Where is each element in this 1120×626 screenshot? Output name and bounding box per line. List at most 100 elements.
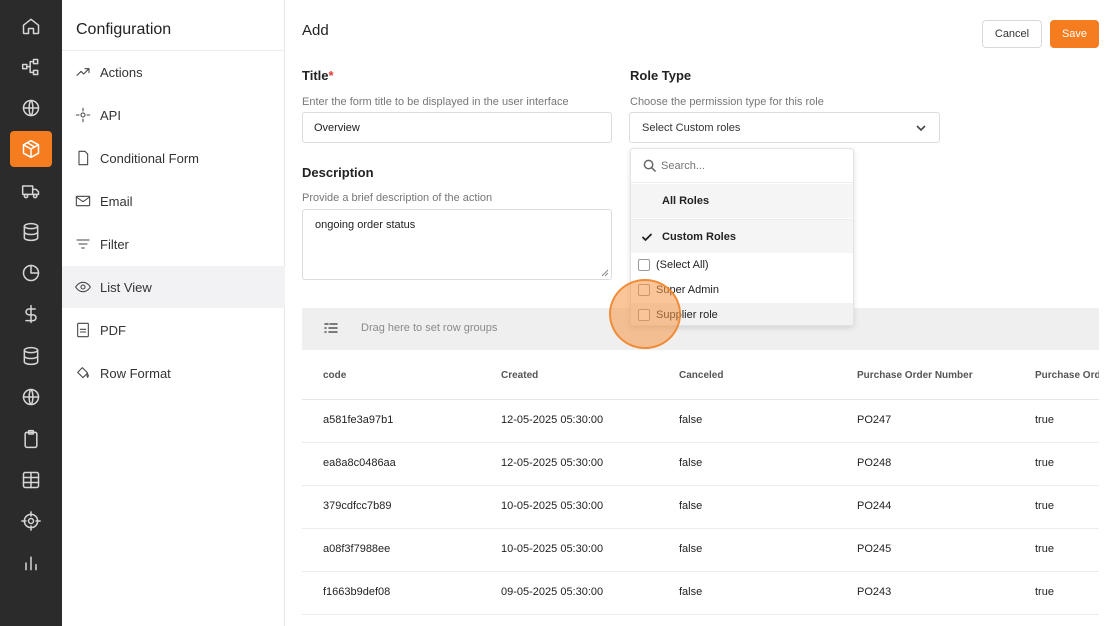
resize-grip-icon[interactable] [601, 269, 609, 277]
target-icon [21, 511, 41, 531]
rail-truck[interactable] [10, 173, 52, 209]
bar-chart-icon [25, 556, 37, 571]
table-row[interactable]: a581fe3a97b1 12-05-2025 05:30:00 false P… [302, 400, 1099, 443]
grid-table-icon [22, 471, 40, 489]
checkbox[interactable] [638, 259, 650, 271]
cell-created: 09-05-2025 05:30:00 [501, 586, 604, 598]
rail-bar-chart[interactable] [10, 545, 52, 581]
home-icon [22, 18, 40, 35]
config-item-api[interactable]: API [62, 94, 285, 136]
description-textarea[interactable]: ongoing order status [302, 209, 612, 280]
rail-grid-table[interactable] [10, 462, 52, 498]
description-help: Provide a brief description of the actio… [302, 192, 493, 204]
config-item-row-format[interactable]: Row Format [62, 352, 285, 394]
rail-home[interactable] [10, 8, 52, 44]
cell-canceled: false [679, 500, 703, 512]
pie-chart-icon [22, 264, 40, 282]
description-value: ongoing order status [315, 219, 416, 231]
title-input-value: Overview [314, 121, 360, 134]
save-button[interactable]: Save [1050, 20, 1099, 48]
cancel-button[interactable]: Cancel [982, 20, 1042, 48]
config-item-list-view[interactable]: List View [62, 266, 285, 308]
rail-globe[interactable] [10, 90, 52, 126]
cell-code: f1663b9def08 [323, 586, 391, 598]
truck-icon [21, 185, 40, 199]
option-label: All Roles [662, 195, 710, 207]
column-header-created[interactable]: Created [501, 370, 538, 381]
rail-database[interactable] [10, 214, 52, 250]
globe-icon [22, 99, 40, 117]
role-type-selected: Select Custom roles [642, 121, 741, 134]
config-item-label: Actions [100, 64, 143, 80]
table-row[interactable]: 379cdfcc7b89 10-05-2025 05:30:00 false P… [302, 486, 1099, 529]
checkbox[interactable] [638, 284, 650, 296]
option-all-roles[interactable]: All Roles [631, 184, 853, 218]
title-label-text: Title [302, 68, 329, 83]
cell-created: 12-05-2025 05:30:00 [501, 457, 604, 469]
configuration-panel: Configuration Actions API Conditional Fo… [62, 0, 285, 626]
role-item-label: Super Admin [656, 284, 719, 296]
search-icon [643, 159, 656, 172]
role-search-input[interactable] [661, 155, 841, 177]
table-row[interactable]: ea8a8c0486aa 12-05-2025 05:30:00 false P… [302, 443, 1099, 486]
cell-po-number: PO243 [857, 586, 892, 598]
cell-created: 10-05-2025 05:30:00 [501, 543, 604, 555]
table-row[interactable]: a08f3f7988ee 10-05-2025 05:30:00 false P… [302, 529, 1099, 572]
column-header-canceled[interactable]: Canceled [679, 370, 723, 381]
cell-created: 12-05-2025 05:30:00 [501, 414, 604, 426]
config-item-label: Filter [100, 236, 129, 252]
column-header-purchase-ord[interactable]: Purchase Ord [1035, 370, 1099, 381]
role-item-label: (Select All) [656, 259, 709, 271]
role-type-help: Choose the permission type for this role [630, 96, 824, 108]
config-item-filter[interactable]: Filter [62, 223, 285, 265]
option-custom-roles[interactable]: Custom Roles [631, 219, 853, 253]
table-row[interactable]: f1663b9def08 09-05-2025 05:30:00 false P… [302, 572, 1099, 615]
config-item-actions[interactable]: Actions [62, 51, 285, 93]
rail-clipboard[interactable] [10, 421, 52, 457]
box-icon [22, 139, 40, 159]
cell-po-number: PO245 [857, 543, 892, 555]
api-icon [75, 107, 91, 123]
clipboard-icon [24, 429, 38, 449]
rail-database-2[interactable] [10, 338, 52, 374]
role-item-super-admin[interactable]: Super Admin [631, 278, 853, 303]
pdf-icon [77, 322, 89, 338]
title-input[interactable]: Overview [302, 112, 612, 143]
globe-icon [22, 388, 40, 406]
config-item-email[interactable]: Email [62, 180, 285, 222]
cell-code: ea8a8c0486aa [323, 457, 396, 469]
column-header-po-number[interactable]: Purchase Order Number [857, 370, 973, 381]
cell-purchase-ord: true [1035, 414, 1054, 426]
rail-target[interactable] [10, 503, 52, 539]
rail-globe-2[interactable] [10, 379, 52, 415]
cell-code: a581fe3a97b1 [323, 414, 394, 426]
config-item-label: Conditional Form [100, 150, 199, 166]
workflow-icon [21, 58, 39, 76]
trend-icon [76, 68, 90, 76]
cell-canceled: false [679, 414, 703, 426]
configuration-title: Configuration [76, 21, 172, 38]
config-item-conditional-form[interactable]: Conditional Form [62, 137, 285, 179]
rail-pie-chart[interactable] [10, 255, 52, 291]
role-type-select[interactable]: Select Custom roles [629, 112, 940, 143]
role-item-supplier-role[interactable]: Supplier role [631, 303, 853, 325]
paint-bucket-icon [77, 367, 89, 379]
rail-workflow[interactable] [10, 49, 52, 85]
cell-purchase-ord: true [1035, 586, 1054, 598]
config-item-label: Row Format [100, 365, 171, 381]
role-search [631, 149, 853, 183]
database-icon [23, 346, 39, 366]
config-item-label: Email [100, 193, 133, 209]
title-help: Enter the form title to be displayed in … [302, 96, 569, 108]
filter-icon [76, 239, 90, 249]
role-dropdown-popover: All Roles Custom Roles (Select All) Supe… [630, 148, 854, 326]
config-item-pdf[interactable]: PDF [62, 309, 285, 351]
column-header-code[interactable]: code [323, 370, 346, 381]
rail-box[interactable] [10, 131, 52, 167]
row-groups-icon [324, 323, 338, 333]
rail-dollar[interactable] [10, 296, 52, 332]
row-group-hint: Drag here to set row groups [361, 322, 498, 334]
role-item-select-all[interactable]: (Select All) [631, 253, 853, 278]
role-item-label: Supplier role [656, 309, 718, 321]
checkbox[interactable] [638, 309, 650, 321]
